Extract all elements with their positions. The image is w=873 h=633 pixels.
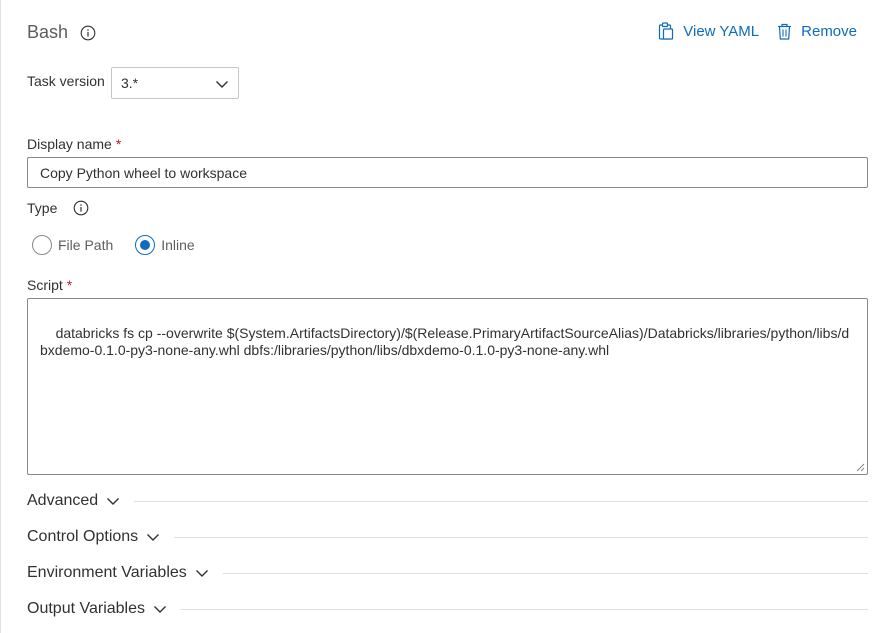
section-divider [134,500,868,502]
title-row: Bash [27,22,96,43]
task-version-label: Task version [27,73,105,89]
chevron-down-icon [153,602,167,616]
info-icon[interactable] [80,25,96,41]
radio-file-path[interactable]: File Path [32,235,113,255]
trash-icon [778,23,792,40]
view-yaml-button[interactable]: View YAML [658,22,759,40]
chevron-down-icon [146,530,160,544]
script-label: Script * [27,277,73,293]
script-textarea[interactable]: databricks fs cp --overwrite $(System.Ar… [27,298,868,475]
info-icon[interactable] [73,200,89,216]
display-name-input[interactable]: Copy Python wheel to workspace [27,157,868,188]
task-editor-panel: Bash View YAML Remove Task version 3.* D… [0,0,873,633]
task-version-dropdown[interactable]: 3.* [111,67,239,99]
type-row: Type [27,200,89,216]
radio-file-path-label: File Path [58,237,114,253]
radio-inline-label: Inline [161,237,195,253]
type-label: Type [27,200,58,216]
clipboard-icon [659,22,674,40]
section-output-variables[interactable]: Output Variables [27,600,868,618]
chevron-down-icon [216,81,228,88]
type-radio-group: File Path Inline [32,235,217,255]
radio-circle-selected[interactable] [135,235,156,255]
view-yaml-label: View YAML [683,22,760,40]
section-advanced[interactable]: Advanced [27,492,868,510]
radio-circle[interactable] [32,235,52,255]
section-control-options[interactable]: Control Options [27,528,868,546]
remove-button[interactable]: Remove [777,23,857,40]
chevron-down-icon [195,566,209,580]
script-value: databricks fs cp --overwrite $(System.Ar… [40,324,850,359]
section-output-variables-title: Output Variables [27,600,145,617]
chevron-down-icon [106,494,120,508]
required-marker: * [66,277,73,293]
section-divider [222,572,868,574]
section-control-options-title: Control Options [27,528,139,545]
display-name-value: Copy Python wheel to workspace [40,164,247,181]
task-title: Bash [27,22,69,42]
section-divider [181,608,868,610]
required-marker: * [115,136,122,152]
section-advanced-title: Advanced [27,492,99,509]
display-name-label: Display name * [27,136,122,152]
task-version-value: 3.* [121,75,139,91]
remove-label: Remove [801,22,857,40]
section-environment-variables[interactable]: Environment Variables [27,564,868,582]
header-actions: View YAML Remove [640,22,857,40]
resize-handle-icon[interactable] [855,462,865,472]
radio-inline[interactable]: Inline [135,235,195,255]
section-environment-variables-title: Environment Variables [27,564,187,581]
section-divider [174,536,868,538]
